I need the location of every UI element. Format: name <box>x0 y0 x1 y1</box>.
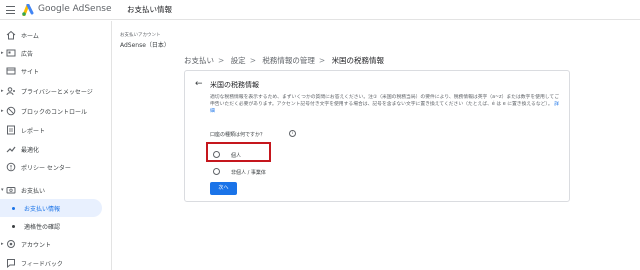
sidebar-item-blocking-controls[interactable]: ▸ ブロックのコントロール <box>0 102 111 120</box>
caret-right-icon: ▸ <box>1 108 4 114</box>
sidebar-item-optimization[interactable]: 最適化 <box>0 140 111 158</box>
sidebar-item-label: サイト <box>21 69 40 76</box>
feedback-icon <box>7 259 15 268</box>
sidebar-item-ads[interactable]: ▸ 広告 <box>0 44 111 62</box>
sidebar-item-label: アカウント <box>21 242 52 249</box>
info-icon[interactable]: i <box>289 130 296 137</box>
sidebar-item-label: レポート <box>21 128 46 135</box>
next-button[interactable]: 次へ <box>210 182 237 195</box>
payments-icon <box>6 187 16 194</box>
card-title: 米国の税務情報 <box>210 81 259 89</box>
sidebar-item-reports[interactable]: レポート <box>0 121 111 139</box>
brand-name[interactable]: Google AdSense <box>38 4 112 14</box>
radio-button[interactable] <box>213 168 220 175</box>
reports-icon <box>7 125 15 135</box>
policy-icon <box>6 162 16 172</box>
sidebar-item-privacy[interactable]: ▸ プライバシーとメッセージ <box>0 82 111 100</box>
chevron-right-icon: > <box>249 56 256 65</box>
page-title: お支払い情報 <box>127 5 172 14</box>
caret-right-icon: ▸ <box>1 88 4 94</box>
sidebar-item-payments[interactable]: ▾ お支払い <box>0 181 111 199</box>
account-icon <box>7 240 15 248</box>
back-arrow-icon[interactable]: ← <box>195 80 203 89</box>
breadcrumb-item-tax-management[interactable]: 税務情報の管理 <box>262 56 315 65</box>
menu-icon[interactable] <box>6 6 15 14</box>
tax-info-card: ← 米国の税務情報 適切な税務情報を表示するため、まずいくつかの質問にお答えくだ… <box>184 70 570 202</box>
home-icon <box>6 30 16 40</box>
top-app-bar: Google AdSense お支払い情報 <box>0 0 640 20</box>
breadcrumb-item-current: 米国の税務情報 <box>331 56 385 65</box>
account-name: AdSense（日本） <box>120 42 170 49</box>
highlight-box <box>206 142 271 162</box>
bullet-icon <box>12 225 15 228</box>
sidebar-item-label: ブロックのコントロール <box>21 109 88 116</box>
sidebar-item-label: 広告 <box>21 51 34 58</box>
sidebar-item-label: フィードバック <box>21 261 63 268</box>
caret-right-icon: ▸ <box>1 241 4 247</box>
sidebar-item-eligibility[interactable]: 適格性の確認 <box>0 217 111 235</box>
sites-icon <box>6 67 16 75</box>
sidebar-item-label: 適格性の確認 <box>24 224 61 231</box>
block-icon <box>6 106 16 116</box>
chevron-right-icon: > <box>218 56 225 65</box>
breadcrumb: お支払い > 設定 > 税務情報の管理 > 米国の税務情報 <box>184 55 388 66</box>
sidebar-item-label: ホーム <box>21 33 39 40</box>
card-description: 適切な税務情報を表示するため、まずいくつかの質問にお答えください。注①（米国の税… <box>210 94 560 115</box>
privacy-icon <box>6 87 15 96</box>
ads-icon <box>6 49 16 57</box>
caret-right-icon: ▸ <box>1 50 4 56</box>
sidebar: ホーム ▸ 広告 サイト ▸ プライバシーとメッセージ ▸ ブロックのコントロー… <box>0 21 112 270</box>
bullet-icon <box>12 207 15 210</box>
account-caption: お支払いアカウント <box>120 33 161 38</box>
sidebar-item-label: お支払い情報 <box>24 206 61 213</box>
caret-down-icon: ▾ <box>1 187 4 193</box>
sidebar-item-label: プライバシーとメッセージ <box>21 89 93 96</box>
sidebar-item-sites[interactable]: サイト <box>0 62 111 80</box>
radio-label: 非個人 / 事業体 <box>231 170 266 176</box>
optimization-icon <box>6 146 16 153</box>
sidebar-item-account[interactable]: ▸ アカウント <box>0 235 111 253</box>
sidebar-item-home[interactable]: ホーム <box>0 26 111 44</box>
chevron-right-icon: > <box>318 56 326 65</box>
account-type-question: 口座の種類は何ですか？ <box>210 132 266 138</box>
description-text: 適切な税務情報を表示するため、まずいくつかの質問にお答えください。注①（米国の税… <box>210 95 559 107</box>
breadcrumb-item-settings[interactable]: 設定 <box>231 56 246 65</box>
sidebar-item-feedback[interactable]: フィードバック <box>0 254 111 270</box>
sidebar-item-payments-info[interactable]: お支払い情報 <box>0 199 102 217</box>
sidebar-item-label: ポリシー センター <box>21 165 71 172</box>
sidebar-item-label: 最適化 <box>21 147 40 154</box>
adsense-logo-icon <box>22 4 34 16</box>
sidebar-item-policy-center[interactable]: ポリシー センター <box>0 158 111 176</box>
sidebar-item-label: お支払い <box>21 188 46 195</box>
breadcrumb-item-payments[interactable]: お支払い <box>184 56 214 65</box>
